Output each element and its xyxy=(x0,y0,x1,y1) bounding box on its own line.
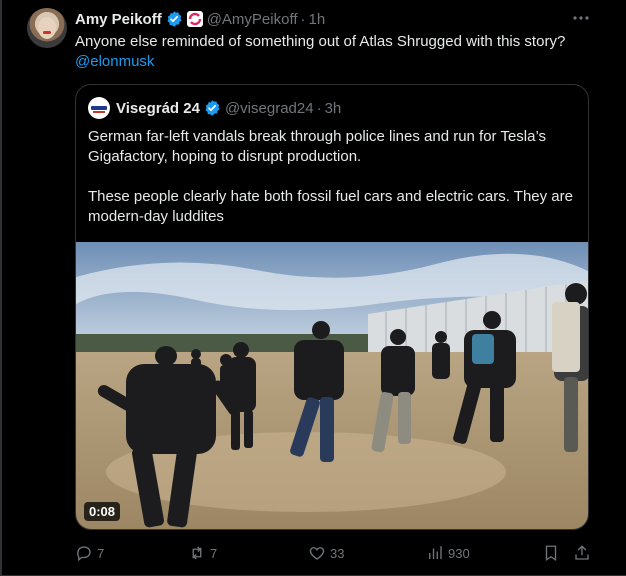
action-bar: 7 7 33 930 xyxy=(75,541,595,565)
quote-author-handle: @visegrad24 xyxy=(224,99,314,117)
reply-count: 7 xyxy=(97,545,105,561)
quote-avatar-logo xyxy=(91,106,107,110)
reply-icon xyxy=(77,546,91,562)
quote-timestamp: 3h xyxy=(324,99,342,117)
view-count: 930 xyxy=(448,545,470,561)
author-handle[interactable]: @AmyPeikoff xyxy=(207,11,298,28)
author-name[interactable]: Amy Peikoff xyxy=(75,11,162,28)
quote-header: Visegrád 24 @visegrad24 · 3h xyxy=(88,97,341,119)
quote-text: German far-left vandals break through po… xyxy=(88,127,576,227)
separator-dot: · xyxy=(300,10,306,28)
quote-author-name[interactable]: Visegrád 24 xyxy=(116,100,200,117)
quote-separator-dot: · xyxy=(316,99,322,117)
quote-avatar-stripe xyxy=(93,111,105,113)
share-icon xyxy=(575,545,589,560)
tweet-text: Anyone else reminded of something out of… xyxy=(75,32,595,72)
video-frame xyxy=(76,242,588,529)
repost-button[interactable]: 7 xyxy=(188,541,217,565)
heart-icon xyxy=(309,547,325,560)
avatar[interactable] xyxy=(27,8,67,48)
views-chart-icon xyxy=(429,546,442,559)
share-button[interactable] xyxy=(573,541,595,565)
verified-badge-icon[interactable] xyxy=(165,10,183,28)
tweet-header: Amy Peikoff @AmyPeikoff · 1h xyxy=(75,9,325,29)
affiliation-badge-icon[interactable] xyxy=(186,11,203,27)
video-duration: 0:08 xyxy=(84,502,121,521)
like-button[interactable]: 33 xyxy=(308,541,344,565)
like-count: 33 xyxy=(330,545,345,561)
more-options-icon[interactable] xyxy=(570,8,592,28)
quote-paragraph-2: These people clearly hate both fossil fu… xyxy=(88,188,573,225)
quote-verified-badge-icon xyxy=(203,99,221,117)
repost-count: 7 xyxy=(210,545,218,561)
avatar-mouth xyxy=(43,31,51,34)
reply-button[interactable]: 7 xyxy=(75,541,104,565)
views-button[interactable]: 930 xyxy=(426,541,470,565)
avatar-face xyxy=(38,17,56,39)
repost-icon xyxy=(192,546,202,560)
tweet-body: Anyone else reminded of something out of… xyxy=(75,33,566,50)
bookmark-icon xyxy=(545,545,557,562)
quoted-tweet[interactable]: Visegrád 24 @visegrad24 · 3h German far-… xyxy=(75,84,589,530)
tweet[interactable]: Amy Peikoff @AmyPeikoff · 1h Anyone else… xyxy=(0,0,626,576)
timestamp[interactable]: 1h xyxy=(309,11,326,28)
quote-paragraph-1: German far-left vandals break through po… xyxy=(88,128,547,165)
quote-avatar[interactable] xyxy=(88,97,110,119)
mention-link[interactable]: @elonmusk xyxy=(75,52,595,72)
video-player[interactable]: 0:08 xyxy=(76,242,588,529)
bookmark-button[interactable] xyxy=(542,541,564,565)
thread-rail xyxy=(0,0,2,576)
